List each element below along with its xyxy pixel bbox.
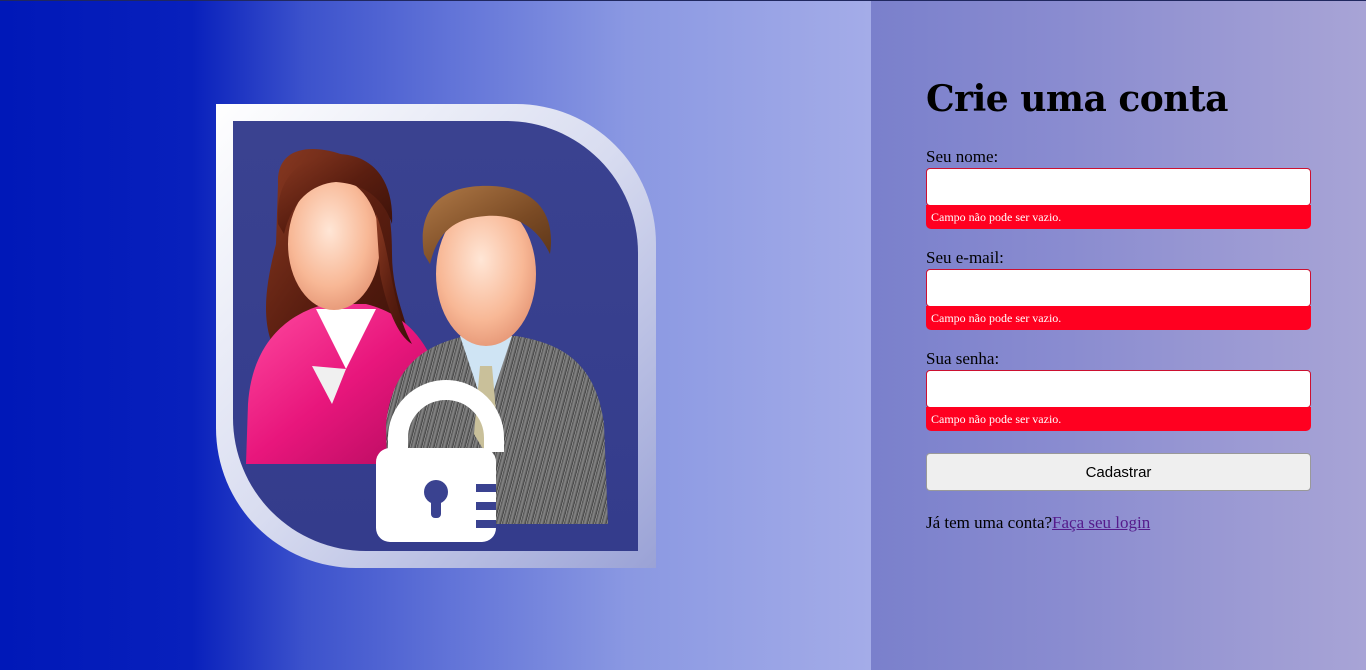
right-panel: Crie uma conta Seu nome: Campo não pode … [871, 1, 1366, 670]
email-field-group: Seu e-mail: Campo não pode ser vazio. [926, 248, 1311, 330]
email-label: Seu e-mail: [926, 248, 1004, 267]
name-error-message: Campo não pode ser vazio. [926, 205, 1311, 229]
email-error-message: Campo não pode ser vazio. [926, 306, 1311, 330]
signup-page: Crie uma conta Seu nome: Campo não pode … [0, 0, 1366, 670]
users-lock-icon [216, 104, 656, 568]
login-prompt-text: Já tem uma conta? [926, 513, 1053, 532]
left-panel [0, 1, 871, 670]
name-input[interactable] [926, 168, 1311, 206]
password-label: Sua senha: [926, 349, 1000, 368]
email-input[interactable] [926, 269, 1311, 307]
login-prompt-line: Já tem uma conta?Faça seu login [926, 513, 1311, 533]
password-error-message: Campo não pode ser vazio. [926, 407, 1311, 431]
page-title: Crie uma conta [926, 78, 1228, 120]
password-field-group: Sua senha: Campo não pode ser vazio. [926, 349, 1311, 431]
signup-form: Crie uma conta Seu nome: Campo não pode … [926, 75, 1311, 533]
submit-button[interactable]: Cadastrar [926, 453, 1311, 491]
name-label: Seu nome: [926, 147, 999, 166]
name-field-group: Seu nome: Campo não pode ser vazio. [926, 147, 1311, 229]
login-link[interactable]: Faça seu login [1052, 513, 1150, 532]
password-input[interactable] [926, 370, 1311, 408]
